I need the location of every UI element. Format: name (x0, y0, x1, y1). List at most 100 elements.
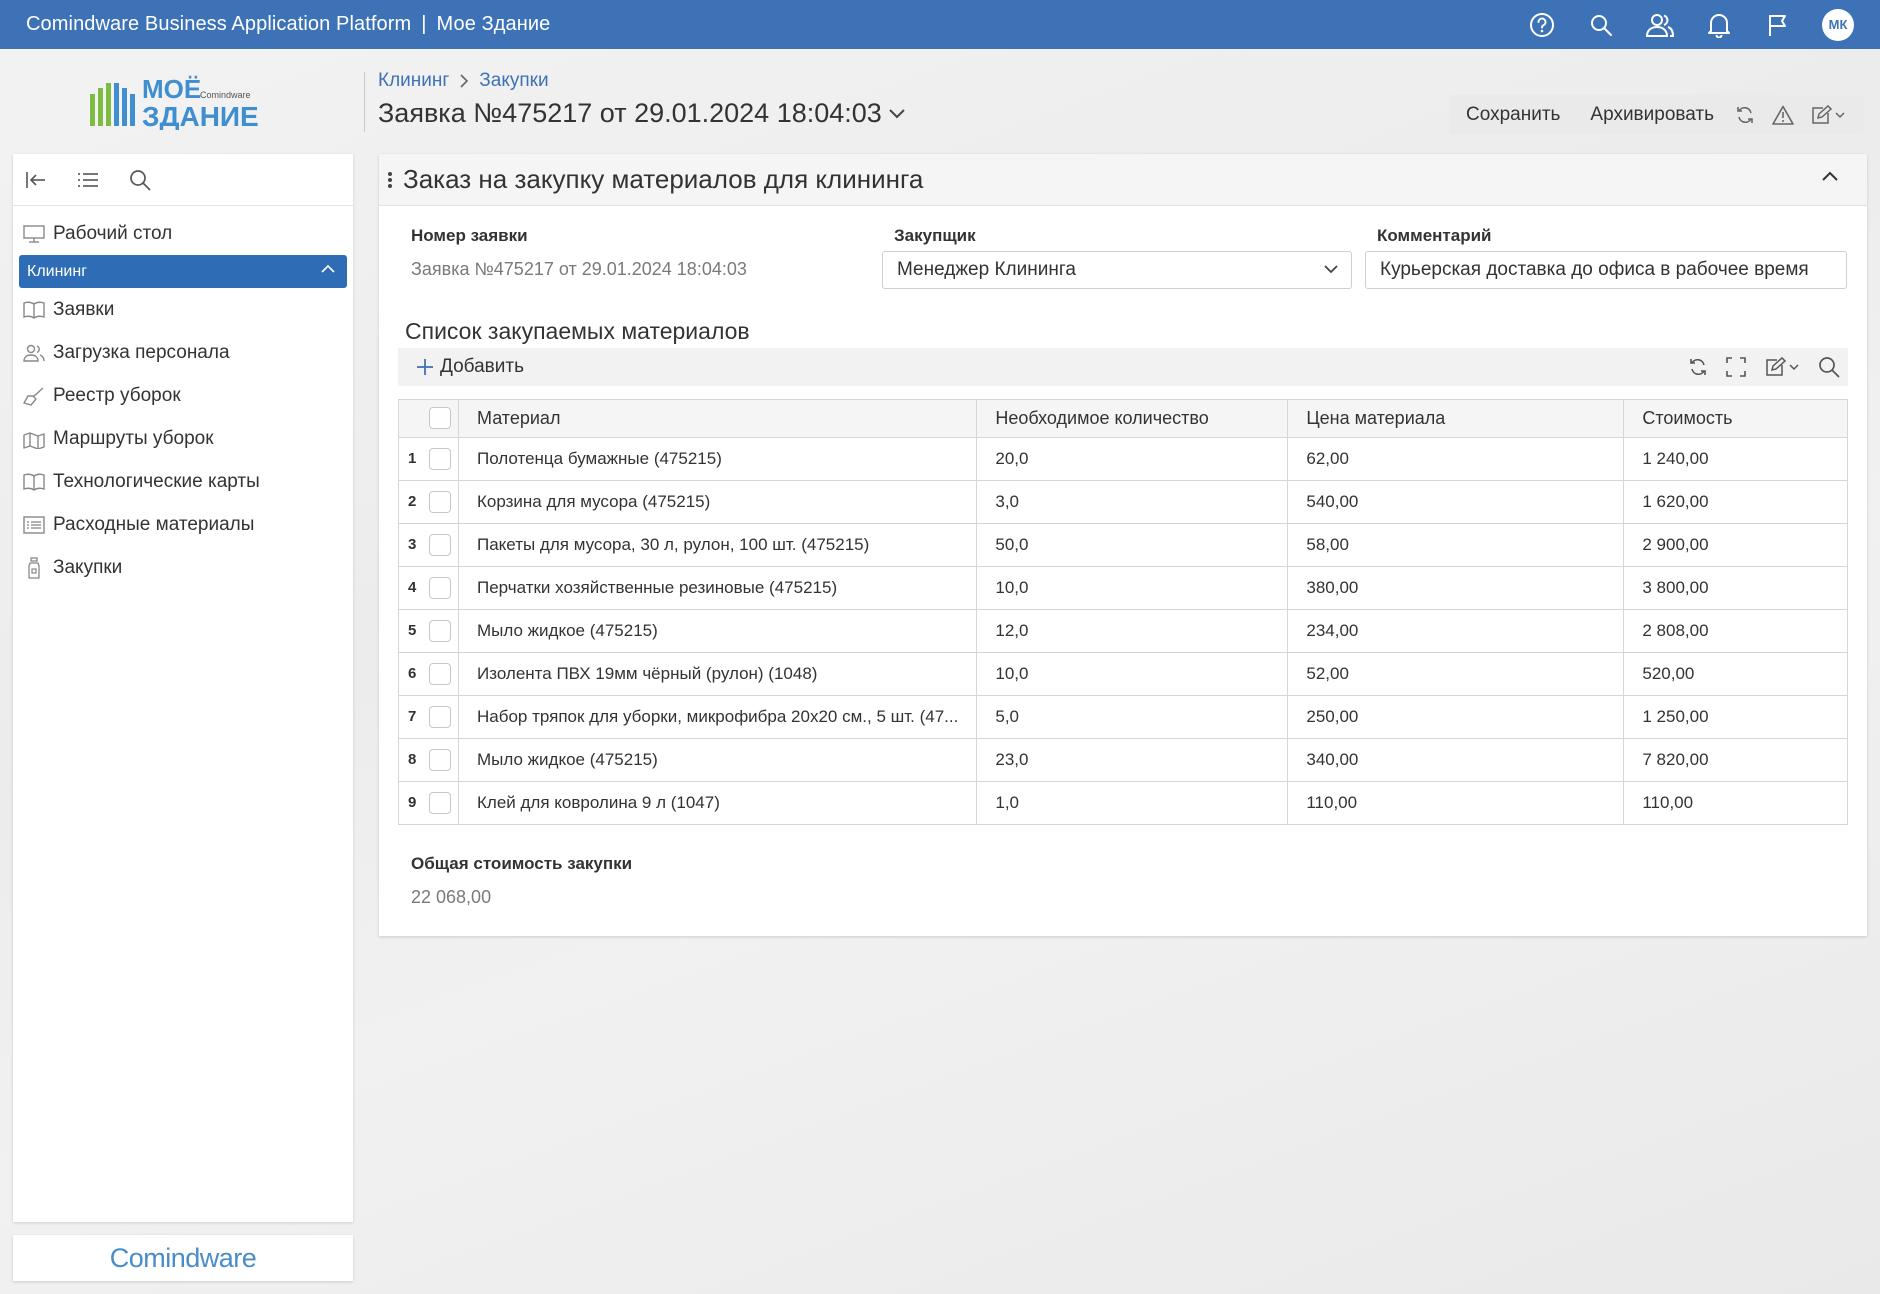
cell-price[interactable]: 58,00 (1287, 523, 1625, 567)
table-row[interactable]: 1 Полотенца бумажные (475215) 20,0 62,00 1 2… (398, 437, 1848, 481)
cell-cost[interactable]: 1 250,00 (1623, 695, 1848, 739)
sidebar-item-cleaning-routes[interactable]: Маршруты уборок (13, 417, 353, 460)
column-header-material[interactable]: Материал (457, 399, 978, 438)
table-row[interactable]: 9 Клей для ковролина 9 л (1047) 1,0 110,00 1… (398, 781, 1848, 825)
edit-icon[interactable] (1810, 104, 1846, 126)
cell-material[interactable]: Полотенца бумажные (475215) (457, 437, 978, 481)
cell-cost[interactable]: 1 620,00 (1623, 480, 1848, 524)
cell-cost[interactable]: 110,00 (1623, 781, 1848, 825)
users-icon[interactable] (1645, 10, 1675, 40)
app-title[interactable]: Comindware Business Application Platform (26, 13, 411, 36)
breadcrumb-cleaning[interactable]: Клининг (378, 70, 449, 92)
cell-quantity[interactable]: 3,0 (976, 480, 1289, 524)
cell-price[interactable]: 540,00 (1287, 480, 1625, 524)
select-all-checkbox[interactable] (429, 407, 451, 429)
sidebar-item-staff-load[interactable]: Загрузка персонала (13, 331, 353, 374)
row-checkbox[interactable] (429, 792, 451, 814)
column-header-quantity[interactable]: Необходимое количество (976, 399, 1289, 438)
cell-quantity[interactable]: 12,0 (976, 609, 1289, 653)
cell-quantity[interactable]: 10,0 (976, 566, 1289, 610)
save-button[interactable]: Сохранить (1450, 104, 1576, 126)
buyer-select-value: Менеджер Клининга (897, 259, 1076, 280)
cell-material[interactable]: Пакеты для мусора, 30 л, рулон, 100 шт. … (457, 523, 978, 567)
warning-icon[interactable] (1772, 104, 1794, 126)
row-checkbox[interactable] (429, 491, 451, 513)
chevron-up-icon[interactable] (1821, 170, 1839, 182)
sidebar-item-purchases[interactable]: Закупки (13, 546, 353, 589)
table-row[interactable]: 3 Пакеты для мусора, 30 л, рулон, 100 шт.… (398, 523, 1848, 567)
cell-material[interactable]: Клей для ковролина 9 л (1047) (457, 781, 978, 825)
sidebar-item-requests[interactable]: Заявки (13, 288, 353, 331)
archive-button[interactable]: Архивировать (1576, 104, 1718, 126)
refresh-icon[interactable] (1734, 104, 1756, 126)
table-row[interactable]: 7 Набор тряпок для уборки, микрофибра 20х… (398, 695, 1848, 739)
table-row[interactable]: 8 Мыло жидкое (475215) 23,0 340,00 7 820,00 (398, 738, 1848, 782)
search-icon[interactable] (1818, 356, 1840, 378)
cell-quantity[interactable]: 50,0 (976, 523, 1289, 567)
sidebar-item-tech-cards[interactable]: Технологические карты (13, 460, 353, 503)
comment-field[interactable]: Курьерская доставка до офиса в рабочее в… (1365, 251, 1847, 289)
cell-price[interactable]: 110,00 (1287, 781, 1625, 825)
cell-quantity[interactable]: 23,0 (976, 738, 1289, 782)
row-checkbox[interactable] (429, 577, 451, 599)
bell-icon[interactable] (1704, 10, 1734, 40)
cell-price[interactable]: 234,00 (1287, 609, 1625, 653)
drag-handle-icon[interactable] (387, 171, 395, 189)
cell-cost[interactable]: 2 808,00 (1623, 609, 1848, 653)
cell-quantity[interactable]: 10,0 (976, 652, 1289, 696)
list-icon[interactable] (75, 167, 101, 193)
cell-material[interactable]: Мыло жидкое (475215) (457, 738, 978, 782)
app-logo[interactable]: МОЁ Comindware ЗДАНИЕ (90, 74, 280, 130)
help-icon[interactable] (1527, 10, 1557, 40)
row-checkbox[interactable] (429, 448, 451, 470)
add-button[interactable]: Добавить (416, 356, 524, 378)
cell-price[interactable]: 340,00 (1287, 738, 1625, 782)
cell-cost[interactable]: 3 800,00 (1623, 566, 1848, 610)
cell-price[interactable]: 380,00 (1287, 566, 1625, 610)
cell-material[interactable]: Перчатки хозяйственные резиновые (475215… (457, 566, 978, 610)
brand-footer[interactable]: Comindware (13, 1235, 353, 1281)
cell-price[interactable]: 52,00 (1287, 652, 1625, 696)
row-checkbox[interactable] (429, 534, 451, 556)
cell-quantity[interactable]: 20,0 (976, 437, 1289, 481)
cell-material[interactable]: Мыло жидкое (475215) (457, 609, 978, 653)
sidebar-item-desktop[interactable]: Рабочий стол (13, 212, 353, 255)
user-avatar[interactable]: МК (1822, 8, 1854, 41)
chevron-down-icon[interactable] (888, 108, 906, 120)
cell-cost[interactable]: 7 820,00 (1623, 738, 1848, 782)
row-checkbox[interactable] (429, 663, 451, 685)
search-icon[interactable] (127, 167, 153, 193)
search-icon[interactable] (1586, 10, 1616, 40)
fullscreen-icon[interactable] (1726, 356, 1746, 378)
buyer-select[interactable]: Менеджер Клининга (882, 251, 1352, 289)
breadcrumb-purchases[interactable]: Закупки (479, 70, 548, 92)
sidebar-item-consumables[interactable]: Расходные материалы (13, 503, 353, 546)
cell-price[interactable]: 250,00 (1287, 695, 1625, 739)
cell-material[interactable]: Изолента ПВХ 19мм чёрный (рулон) (1048) (457, 652, 978, 696)
cell-cost[interactable]: 2 900,00 (1623, 523, 1848, 567)
cell-cost[interactable]: 520,00 (1623, 652, 1848, 696)
refresh-icon[interactable] (1688, 356, 1708, 378)
workspace-name[interactable]: Мое Здание (437, 13, 551, 36)
cell-material[interactable]: Набор тряпок для уборки, микрофибра 20х2… (457, 695, 978, 739)
table-row[interactable]: 2 Корзина для мусора (475215) 3,0 540,00 1 6… (398, 480, 1848, 524)
sidebar-group-cleaning[interactable]: Клининг (19, 255, 347, 288)
table-row[interactable]: 6 Изолента ПВХ 19мм чёрный (рулон) (1048)… (398, 652, 1848, 696)
cell-cost[interactable]: 1 240,00 (1623, 437, 1848, 481)
chevron-up-icon[interactable] (321, 264, 335, 274)
cell-quantity[interactable]: 5,0 (976, 695, 1289, 739)
collapse-left-icon[interactable] (23, 167, 49, 193)
sidebar-item-cleaning-registry[interactable]: Реестр уборок (13, 374, 353, 417)
row-checkbox[interactable] (429, 706, 451, 728)
cell-material[interactable]: Корзина для мусора (475215) (457, 480, 978, 524)
cell-quantity[interactable]: 1,0 (976, 781, 1289, 825)
row-checkbox[interactable] (429, 749, 451, 771)
column-header-cost[interactable]: Стоимость (1623, 399, 1848, 438)
cell-price[interactable]: 62,00 (1287, 437, 1625, 481)
column-header-price[interactable]: Цена материала (1287, 399, 1625, 438)
flag-icon[interactable] (1763, 10, 1793, 40)
edit-icon[interactable] (1764, 356, 1800, 378)
table-row[interactable]: 4 Перчатки хозяйственные резиновые (47521… (398, 566, 1848, 610)
table-row[interactable]: 5 Мыло жидкое (475215) 12,0 234,00 2 808,00 (398, 609, 1848, 653)
row-checkbox[interactable] (429, 620, 451, 642)
